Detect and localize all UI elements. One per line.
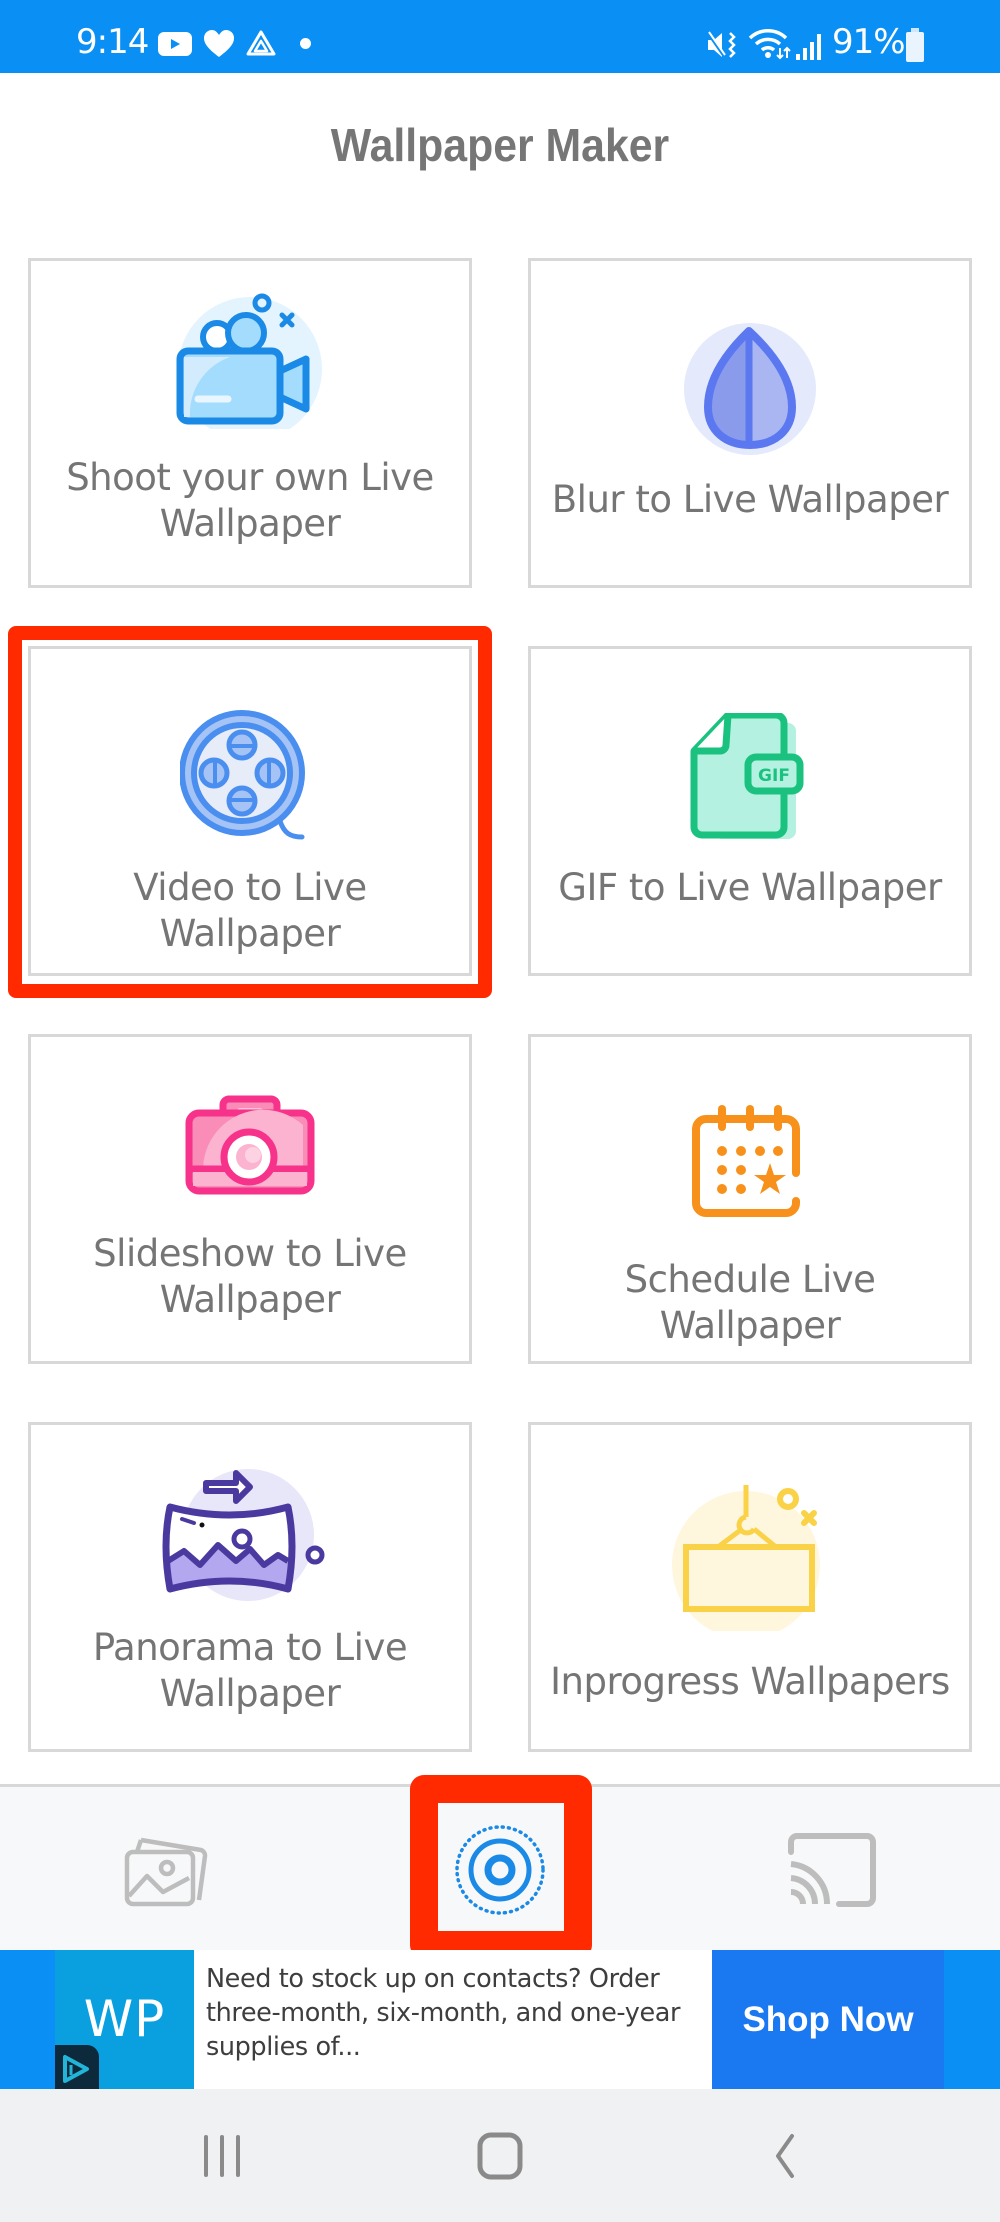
camera-icon [185,1095,315,1195]
status-bar: 9:14 91% [0,0,1000,73]
battery-icon [906,28,924,62]
card-slideshow-live-wallpaper[interactable]: Slideshow to Live Wallpaper [28,1034,472,1364]
ad-logo[interactable]: WP [55,1950,194,2089]
status-time: 9:14 [76,22,149,62]
back-button[interactable] [705,2089,865,2222]
shop-now-button[interactable]: Shop Now [712,1950,944,2089]
back-icon [776,2133,794,2178]
play-badge-icon [63,2055,89,2083]
card-label: Blur to Live Wallpaper [551,478,949,521]
ad-strip [0,1950,55,2089]
recents-button[interactable] [142,2089,302,2222]
ad-strip [944,1950,1000,2089]
card-label: Shoot your own Live Wallpaper [66,456,434,545]
page-title: Wallpaper Maker [330,119,670,171]
video-camera-icon [176,293,322,429]
mute-vibrate-icon [706,31,736,58]
gif-file-icon: GIF [690,713,804,839]
card-label: Panorama to Live Wallpaper [92,1626,408,1715]
home-button[interactable] [420,2089,580,2222]
ad-text: Need to stock up on contacts? Order thre… [206,1964,681,2062]
heart-icon [204,30,234,57]
card-label: GIF to Live Wallpaper [558,866,942,909]
highlight-box [410,1775,592,1959]
card-label: Schedule Live Wallpaper [624,1258,876,1347]
card-gif-live-wallpaper[interactable]: GIF GIF to Live Wallpaper [528,646,972,976]
card-label: Slideshow to Live Wallpaper [93,1232,407,1321]
card-panorama-live-wallpaper[interactable]: Panorama to Live Wallpaper [28,1422,472,1752]
highlight-box [8,626,492,998]
drive-icon [246,30,276,56]
panorama-icon [162,1469,325,1601]
card-inprogress-wallpapers[interactable]: Inprogress Wallpapers [528,1422,972,1752]
recents-icon [204,2134,240,2177]
notification-dot-icon [300,38,311,49]
tab-cast[interactable] [742,1787,922,1953]
hanging-sign-icon [672,1485,820,1631]
battery-percent: 91% [832,22,906,62]
signal-icon [796,34,821,60]
system-navigation-bar [0,2089,1000,2222]
gallery-icon [124,1837,208,1907]
tab-gallery[interactable] [76,1787,256,1953]
card-label: Inprogress Wallpapers [550,1660,950,1703]
ad-logo-text: WP [83,1990,166,2048]
card-blur-live-wallpaper[interactable]: Blur to Live Wallpaper [528,258,972,588]
ad-banner[interactable]: WP Need to stock up on contacts? Order t… [0,1950,1000,2089]
home-icon [477,2132,523,2179]
cast-icon [788,1833,876,1907]
wifi-icon [748,29,791,60]
calendar-star-icon [692,1105,800,1217]
blur-drop-icon [684,323,816,455]
card-shoot-live-wallpaper[interactable]: Shoot your own Live Wallpaper [28,258,472,588]
card-schedule-live-wallpaper[interactable]: Schedule Live Wallpaper [528,1034,972,1364]
ad-choices-icon[interactable] [55,2045,99,2089]
youtube-icon [158,32,192,56]
gif-badge: GIF [758,766,790,786]
